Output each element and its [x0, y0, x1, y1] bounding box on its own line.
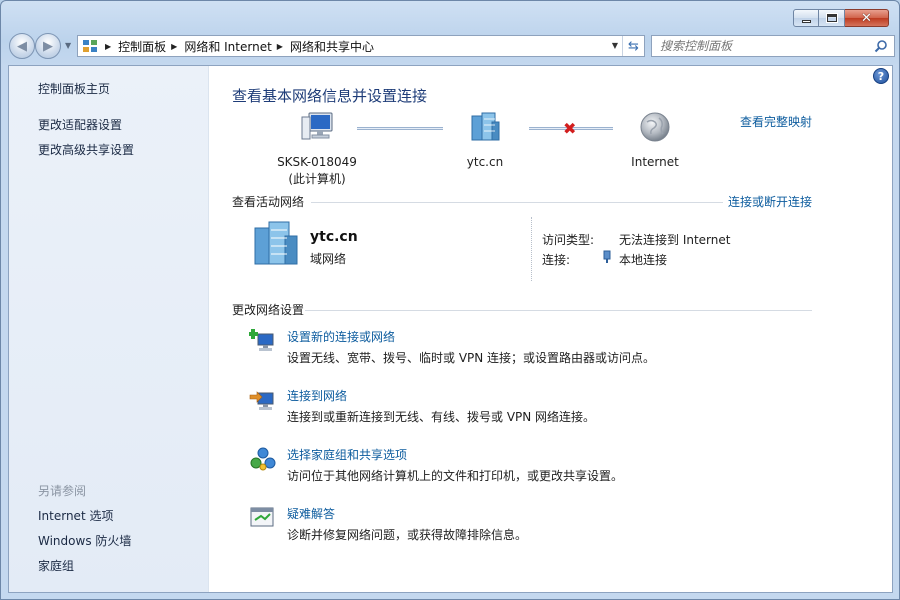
search-input[interactable]: [660, 39, 860, 53]
troubleshoot-link[interactable]: 疑难解答: [287, 505, 335, 522]
setup-connection-link[interactable]: 设置新的连接或网络: [287, 328, 395, 345]
map-node-domain[interactable]: ytc.cn: [445, 110, 525, 171]
maximize-button[interactable]: [819, 9, 845, 27]
minimize-icon: [801, 19, 811, 23]
navigation-bar: ◀ ▶ ▼ ▶ 控制面板 ▶ 网络和 Internet ▶ 网络和共享中心 ▼ …: [7, 33, 895, 59]
map-node-sublabel: (此计算机): [288, 172, 346, 186]
connect-to-network-description: 连接到或重新连接到无线、有线、拨号或 VPN 网络连接。: [287, 410, 596, 424]
domain-network-icon[interactable]: [249, 218, 301, 268]
back-button[interactable]: ◀: [9, 33, 35, 59]
minimize-button[interactable]: [793, 9, 819, 27]
recent-pages-dropdown[interactable]: ▼: [65, 41, 71, 50]
back-arrow-icon: ◀: [17, 38, 27, 54]
forward-arrow-icon: ▶: [43, 38, 53, 54]
sidebar-link-change-advanced-sharing[interactable]: 更改高级共享设置: [38, 141, 134, 158]
vertical-divider: [531, 217, 532, 281]
homegroup-sharing-description: 访问位于其他网络计算机上的文件和打印机，或更改共享设置。: [287, 469, 624, 483]
control-panel-icon: [80, 36, 100, 56]
explorer-window: ✕ ◀ ▶ ▼ ▶ 控制面板 ▶ 网络和 Internet ▶ 网络和共享中心 …: [0, 0, 900, 600]
troubleshoot-description: 诊断并修复网络问题，或获得故障排除信息。: [287, 528, 528, 542]
map-node-internet[interactable]: Internet: [615, 110, 695, 171]
main-panel: ? 查看基本网络信息并设置连接 查看完整映射 SKSK-018049 (此计算机…: [209, 66, 892, 592]
maximize-icon: [826, 14, 837, 22]
see-full-map-link[interactable]: 查看完整映射: [740, 113, 812, 130]
content-area: 控制面板主页 更改适配器设置 更改高级共享设置 另请参阅 Internet 选项…: [8, 65, 893, 593]
breadcrumb-control-panel[interactable]: 控制面板: [118, 38, 166, 55]
refresh-icon: ⇆: [628, 38, 639, 54]
connect-to-network-link[interactable]: 连接到网络: [287, 387, 347, 404]
active-network-name: ytc.cn: [310, 229, 358, 245]
sidebar-link-homegroup[interactable]: 家庭组: [38, 557, 74, 574]
address-history-dropdown[interactable]: ▼: [612, 41, 618, 50]
connect-network-icon: [249, 391, 274, 410]
map-node-label: ytc.cn: [466, 155, 504, 169]
computer-icon: [301, 112, 333, 140]
active-network-type[interactable]: 域网络: [310, 250, 346, 267]
section-divider: [311, 202, 723, 203]
disconnected-x-icon: ✖: [563, 119, 577, 138]
active-networks-heading: 查看活动网络: [232, 195, 305, 209]
sidebar-link-windows-firewall[interactable]: Windows 防火墙: [38, 532, 131, 549]
close-button[interactable]: ✕: [845, 9, 889, 27]
troubleshoot-icon: [250, 507, 274, 527]
access-type-label: 访问类型:: [542, 233, 595, 247]
breadcrumb-separator[interactable]: ▶: [277, 42, 283, 51]
see-also-heading: 另请参阅: [38, 484, 87, 498]
page-title: 查看基本网络信息并设置连接: [232, 87, 428, 105]
homegroup-sharing-link[interactable]: 选择家庭组和共享选项: [287, 446, 407, 463]
local-connection-link[interactable]: 本地连接: [619, 251, 667, 268]
homegroup-icon: [250, 447, 276, 471]
map-node-label: Internet: [631, 155, 679, 169]
search-icon[interactable]: [874, 39, 888, 56]
sidebar-link-control-panel-home[interactable]: 控制面板主页: [38, 80, 110, 97]
address-bar[interactable]: ▶ 控制面板 ▶ 网络和 Internet ▶ 网络和共享中心 ▼ ⇆: [77, 35, 645, 57]
breadcrumb-separator[interactable]: ▶: [171, 42, 177, 51]
access-type-value: 无法连接到 Internet: [619, 233, 731, 247]
sidebar-link-internet-options[interactable]: Internet 选项: [38, 507, 113, 524]
connections-label: 连接:: [542, 253, 571, 267]
caption-buttons: ✕: [793, 9, 889, 27]
map-node-this-computer[interactable]: SKSK-018049 (此计算机): [267, 110, 367, 188]
domain-network-icon: [471, 112, 500, 141]
help-icon[interactable]: ?: [873, 68, 889, 84]
task-pane: 控制面板主页 更改适配器设置 更改高级共享设置 另请参阅 Internet 选项…: [9, 66, 209, 592]
new-connection-icon: [249, 329, 274, 351]
sidebar-link-change-adapter-settings[interactable]: 更改适配器设置: [38, 116, 122, 133]
refresh-button[interactable]: ⇆: [622, 36, 644, 56]
setup-connection-description: 设置无线、宽带、拨号、临时或 VPN 连接；或设置路由器或访问点。: [287, 351, 656, 365]
search-box[interactable]: [651, 35, 895, 57]
section-divider: [305, 310, 812, 311]
breadcrumb-separator[interactable]: ▶: [105, 42, 111, 51]
network-adapter-icon: [602, 250, 612, 267]
map-link-connected: [357, 127, 443, 130]
connect-disconnect-link[interactable]: 连接或断开连接: [728, 193, 812, 210]
map-node-label: SKSK-018049: [277, 155, 357, 169]
close-icon: ✕: [861, 10, 872, 26]
breadcrumb-network-sharing-center[interactable]: 网络和共享中心: [290, 38, 374, 55]
breadcrumb-network-internet[interactable]: 网络和 Internet: [184, 38, 271, 55]
globe-icon: [640, 112, 670, 142]
change-settings-heading: 更改网络设置: [232, 303, 305, 317]
forward-button[interactable]: ▶: [35, 33, 61, 59]
